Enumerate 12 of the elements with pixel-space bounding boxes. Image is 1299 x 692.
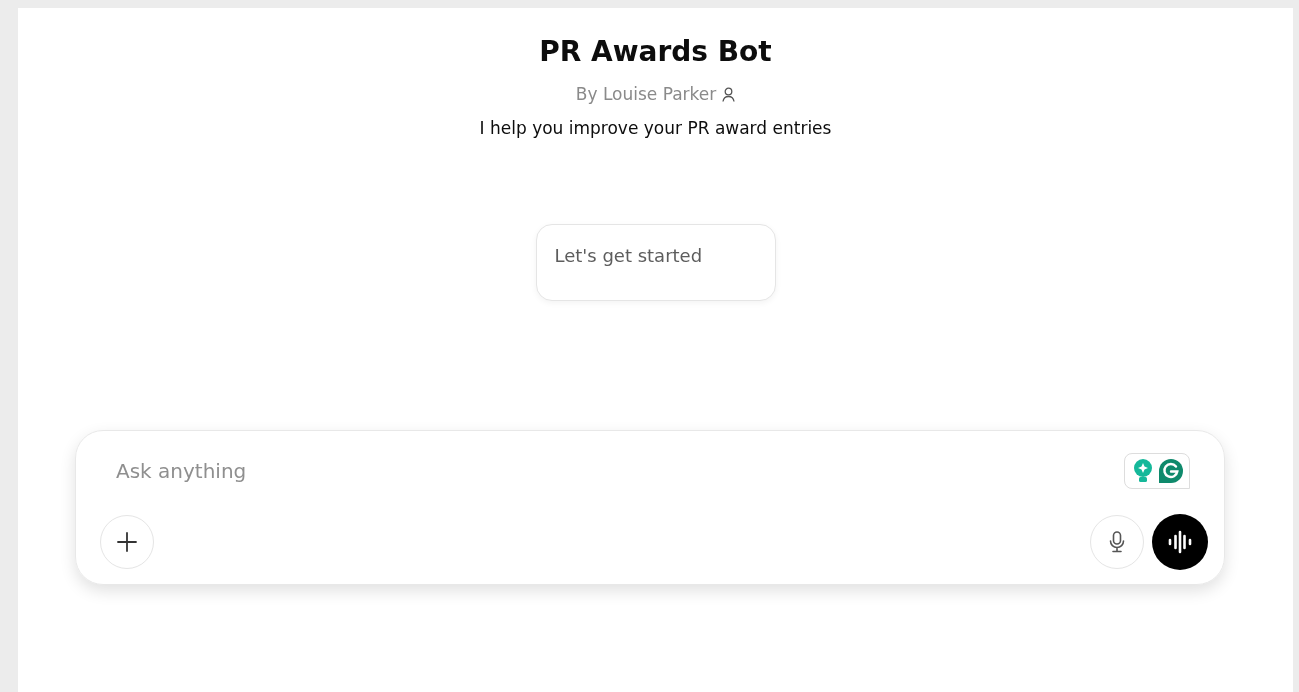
microphone-icon <box>1108 530 1126 554</box>
add-button[interactable] <box>100 515 154 569</box>
author-byline: By Louise Parker <box>575 84 717 104</box>
microphone-button[interactable] <box>1090 515 1144 569</box>
voice-mode-button[interactable] <box>1152 514 1208 570</box>
waveform-icon <box>1166 530 1194 554</box>
conversation-starter[interactable]: Let's get started <box>535 224 776 301</box>
grammar-extension-icon[interactable] <box>1124 453 1190 489</box>
plus-icon <box>116 531 138 553</box>
person-icon <box>722 86 736 102</box>
bot-title: PR Awards Bot <box>539 34 772 70</box>
bot-description: I help you improve your PR award entries <box>479 118 832 138</box>
